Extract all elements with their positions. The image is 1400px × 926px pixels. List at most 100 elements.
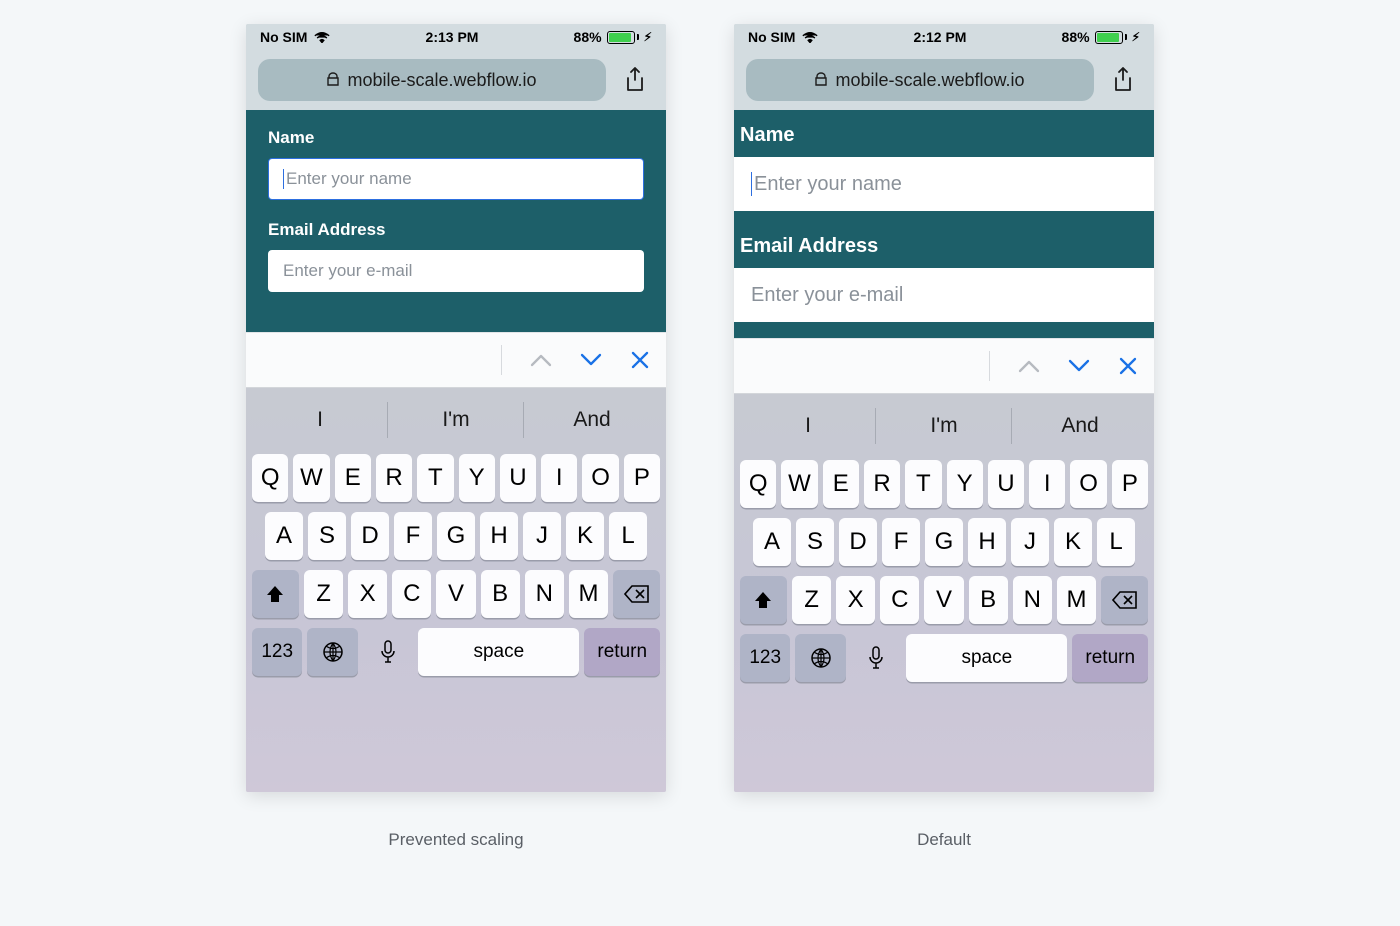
key-n[interactable]: N	[1013, 576, 1052, 624]
key-g[interactable]: G	[437, 512, 475, 560]
key-space[interactable]: space	[418, 628, 579, 676]
key-w[interactable]: W	[781, 460, 817, 508]
key-d[interactable]: D	[839, 518, 877, 566]
key-i[interactable]: I	[1029, 460, 1065, 508]
key-a[interactable]: A	[265, 512, 303, 560]
key-c[interactable]: C	[880, 576, 919, 624]
key-m[interactable]: M	[569, 570, 608, 618]
key-a[interactable]: A	[753, 518, 791, 566]
dismiss-keyboard-button[interactable]	[1118, 356, 1138, 376]
key-backspace[interactable]	[613, 570, 660, 618]
key-q[interactable]: Q	[740, 460, 776, 508]
prev-field-button[interactable]	[1018, 359, 1040, 373]
share-button[interactable]	[1104, 61, 1142, 99]
key-globe[interactable]	[795, 634, 845, 682]
next-field-button[interactable]	[1068, 359, 1090, 373]
suggestion[interactable]: And	[524, 398, 660, 442]
key-f[interactable]: F	[882, 518, 920, 566]
key-e[interactable]: E	[823, 460, 859, 508]
wifi-icon	[314, 31, 330, 43]
keyboard-accessory	[734, 338, 1154, 394]
browser-chrome: mobile-scale.webflow.io	[734, 50, 1154, 110]
suggestion-bar: I I'm And	[740, 404, 1148, 448]
key-r[interactable]: R	[376, 454, 412, 502]
key-shift[interactable]	[252, 570, 299, 618]
key-y[interactable]: Y	[947, 460, 983, 508]
key-v[interactable]: V	[924, 576, 963, 624]
key-y[interactable]: Y	[459, 454, 495, 502]
key-shift[interactable]	[740, 576, 787, 624]
address-bar[interactable]: mobile-scale.webflow.io	[746, 59, 1094, 101]
suggestion[interactable]: And	[1012, 404, 1148, 448]
key-j[interactable]: J	[1011, 518, 1049, 566]
key-f[interactable]: F	[394, 512, 432, 560]
key-mic[interactable]	[851, 634, 901, 682]
key-globe[interactable]	[307, 628, 357, 676]
key-k[interactable]: K	[1054, 518, 1092, 566]
key-q[interactable]: Q	[252, 454, 288, 502]
key-o[interactable]: O	[1070, 460, 1106, 508]
key-space[interactable]: space	[906, 634, 1067, 682]
address-bar[interactable]: mobile-scale.webflow.io	[258, 59, 606, 101]
email-input[interactable]: Enter your e-mail	[268, 250, 644, 292]
key-z[interactable]: Z	[304, 570, 343, 618]
key-return[interactable]: return	[584, 628, 660, 676]
key-x[interactable]: X	[836, 576, 875, 624]
prev-field-button[interactable]	[530, 353, 552, 367]
key-l[interactable]: L	[609, 512, 647, 560]
key-123[interactable]: 123	[252, 628, 302, 676]
suggestion[interactable]: I	[740, 404, 876, 448]
charging-icon: ⚡︎	[644, 30, 652, 44]
key-return[interactable]: return	[1072, 634, 1148, 682]
key-l[interactable]: L	[1097, 518, 1135, 566]
key-s[interactable]: S	[796, 518, 834, 566]
key-p[interactable]: P	[1112, 460, 1148, 508]
key-123[interactable]: 123	[740, 634, 790, 682]
key-x[interactable]: X	[348, 570, 387, 618]
email-input[interactable]: Enter your e-mail	[734, 268, 1154, 322]
key-mic[interactable]	[363, 628, 413, 676]
battery-pct: 88%	[574, 29, 602, 45]
key-t[interactable]: T	[417, 454, 453, 502]
key-w[interactable]: W	[293, 454, 329, 502]
key-k[interactable]: K	[566, 512, 604, 560]
key-h[interactable]: H	[480, 512, 518, 560]
share-button[interactable]	[616, 61, 654, 99]
key-u[interactable]: U	[500, 454, 536, 502]
key-m[interactable]: M	[1057, 576, 1096, 624]
status-bar: No SIM 2:13 PM 88% ⚡︎	[246, 24, 666, 50]
key-o[interactable]: O	[582, 454, 618, 502]
email-label: Email Address	[268, 220, 644, 240]
key-t[interactable]: T	[905, 460, 941, 508]
key-j[interactable]: J	[523, 512, 561, 560]
key-b[interactable]: B	[969, 576, 1008, 624]
key-backspace[interactable]	[1101, 576, 1148, 624]
status-bar: No SIM 2:12 PM 88% ⚡︎	[734, 24, 1154, 50]
battery-icon	[607, 31, 639, 44]
name-input[interactable]: Enter your name	[268, 158, 644, 200]
key-z[interactable]: Z	[792, 576, 831, 624]
key-u[interactable]: U	[988, 460, 1024, 508]
name-label: Name	[268, 128, 644, 148]
next-field-button[interactable]	[580, 353, 602, 367]
key-r[interactable]: R	[864, 460, 900, 508]
suggestion[interactable]: I	[252, 398, 388, 442]
key-b[interactable]: B	[481, 570, 520, 618]
suggestion[interactable]: I'm	[388, 398, 524, 442]
key-i[interactable]: I	[541, 454, 577, 502]
name-input[interactable]: Enter your name	[734, 157, 1154, 211]
key-p[interactable]: P	[624, 454, 660, 502]
key-n[interactable]: N	[525, 570, 564, 618]
key-v[interactable]: V	[436, 570, 475, 618]
key-c[interactable]: C	[392, 570, 431, 618]
dismiss-keyboard-button[interactable]	[630, 350, 650, 370]
suggestion[interactable]: I'm	[876, 404, 1012, 448]
carrier-text: No SIM	[748, 29, 795, 45]
key-d[interactable]: D	[351, 512, 389, 560]
key-s[interactable]: S	[308, 512, 346, 560]
lock-icon	[815, 70, 827, 91]
key-e[interactable]: E	[335, 454, 371, 502]
key-h[interactable]: H	[968, 518, 1006, 566]
caption-left: Prevented scaling	[388, 830, 523, 850]
key-g[interactable]: G	[925, 518, 963, 566]
